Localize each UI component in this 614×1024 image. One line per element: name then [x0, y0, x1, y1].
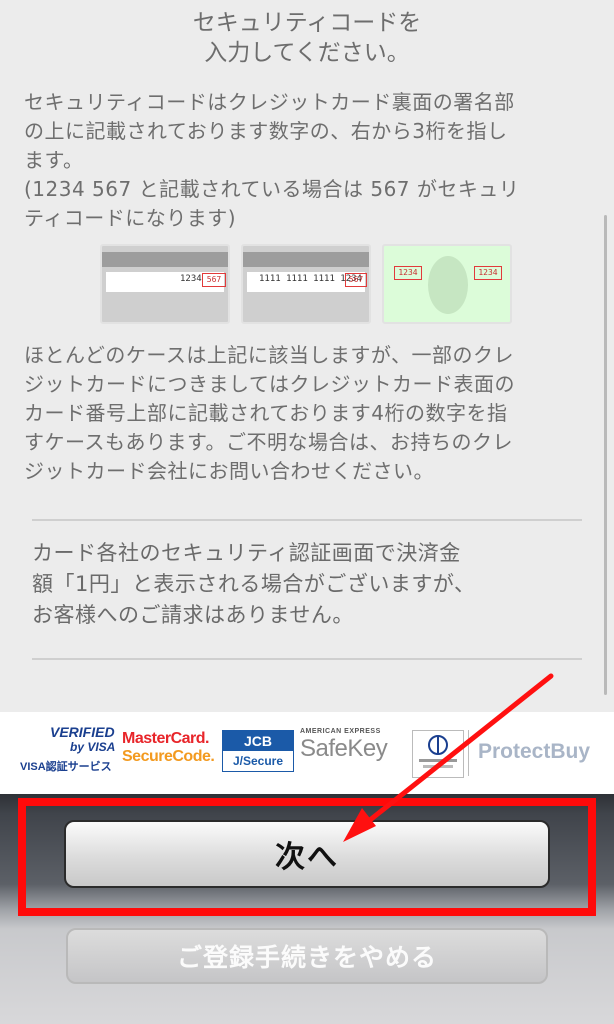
page-title: セキュリティコードを 入力してください。: [0, 8, 614, 68]
cancel-button-label: ご登録手続きをやめる: [176, 943, 437, 972]
note-line: ほとんどのケースは上記に該当しますが、一部のクレ: [24, 343, 514, 367]
description-line: の上に記載されております数字の、右から3桁を指し: [24, 119, 508, 143]
scroll-content: セキュリティコードを 入力してください。 セキュリティコードはクレジットカード裏…: [0, 0, 614, 712]
jsecure-text: J/Secure: [232, 754, 284, 768]
front-code-highlight-left: 1234: [394, 266, 422, 280]
title-line: 入力してください。: [204, 40, 410, 66]
note-line: ジットカードにつきましてはクレジットカード表面の: [24, 372, 515, 396]
one-yen-notice: カード各社のセキュリティ認証画面で決済金 額「1円」と表示される場合がございます…: [32, 538, 592, 631]
security-code-description: セキュリティコードはクレジットカード裏面の署名部 の上に記載されております数字の…: [24, 88, 590, 233]
notice-line: お客様へのご請求はありません。: [32, 603, 354, 627]
magnetic-stripe: [243, 252, 369, 267]
note-line: ジットカード会社にお問い合わせください。: [24, 459, 434, 483]
mastercard-securecode-logo: MasterCard. SecureCode.: [122, 730, 218, 774]
card-back-example-2: 1111 1111 1111 1234 567: [241, 244, 371, 324]
amex-safekey-logo: AMERICAN EXPRESS SafeKey: [300, 728, 410, 778]
note-line: カード番号上部に記載されております4桁の数字を指: [24, 401, 508, 425]
card-front-example: 1234 1234: [382, 244, 512, 324]
description-line: ます。: [24, 148, 84, 172]
security-code-highlight: 567: [202, 273, 226, 287]
annotation-highlight-box: [18, 798, 596, 916]
card-variation-note: ほとんどのケースは上記に該当しますが、一部のクレ ジットカードにつきましてはクレ…: [24, 341, 590, 486]
divider: [32, 519, 582, 521]
card-number-text: 1234: [180, 274, 202, 284]
front-code-highlight-right: 1234: [474, 266, 502, 280]
magnetic-stripe: [102, 252, 228, 267]
security-code-highlight: 567: [345, 273, 367, 287]
diners-club-icon: [419, 735, 457, 768]
securecode-text: SecureCode.: [122, 748, 215, 765]
jcb-text: JCB: [223, 731, 293, 751]
divider: [32, 658, 582, 660]
card-back-example-1: 1234 567: [100, 244, 230, 324]
safekey-text: SafeKey: [300, 735, 388, 762]
jcb-jsecure-logo: JCB J/Secure: [222, 730, 294, 772]
cancel-registration-button[interactable]: ご登録手続きをやめる: [66, 928, 548, 984]
note-line: すケースもあります。ご不明な場合は、お持ちのクレ: [24, 430, 513, 454]
scrollbar[interactable]: [604, 215, 607, 695]
description-line: ティコードになります): [24, 206, 237, 230]
protectbuy-logo: ProtectBuy: [478, 740, 591, 763]
mastercard-text: MasterCard.: [122, 730, 209, 747]
security-logos-strip: VERIFIED by VISA VISA認証サービス MasterCard. …: [0, 712, 614, 794]
amex-text: AMERICAN EXPRESS: [300, 728, 381, 735]
card-hologram: [428, 256, 468, 314]
diners-club-logo: [412, 730, 464, 778]
visa-auth-service-text: VISA認証サービス: [20, 761, 112, 773]
verified-by-visa-logo: VERIFIED by VISA VISA認証サービス: [20, 720, 116, 782]
logo-divider: [468, 730, 469, 776]
description-line: セキュリティコードはクレジットカード裏面の署名部: [24, 90, 515, 114]
notice-line: カード各社のセキュリティ認証画面で決済金: [32, 541, 461, 565]
notice-line: 額「1円」と表示される場合がございますが、: [32, 572, 476, 596]
title-line: セキュリティコードを: [192, 10, 422, 36]
verified-text: VERIFIED: [50, 724, 115, 740]
by-visa-text: by VISA: [70, 740, 116, 754]
description-line: (1234 567 と記載されている場合は 567 がセキュリ: [24, 177, 520, 201]
